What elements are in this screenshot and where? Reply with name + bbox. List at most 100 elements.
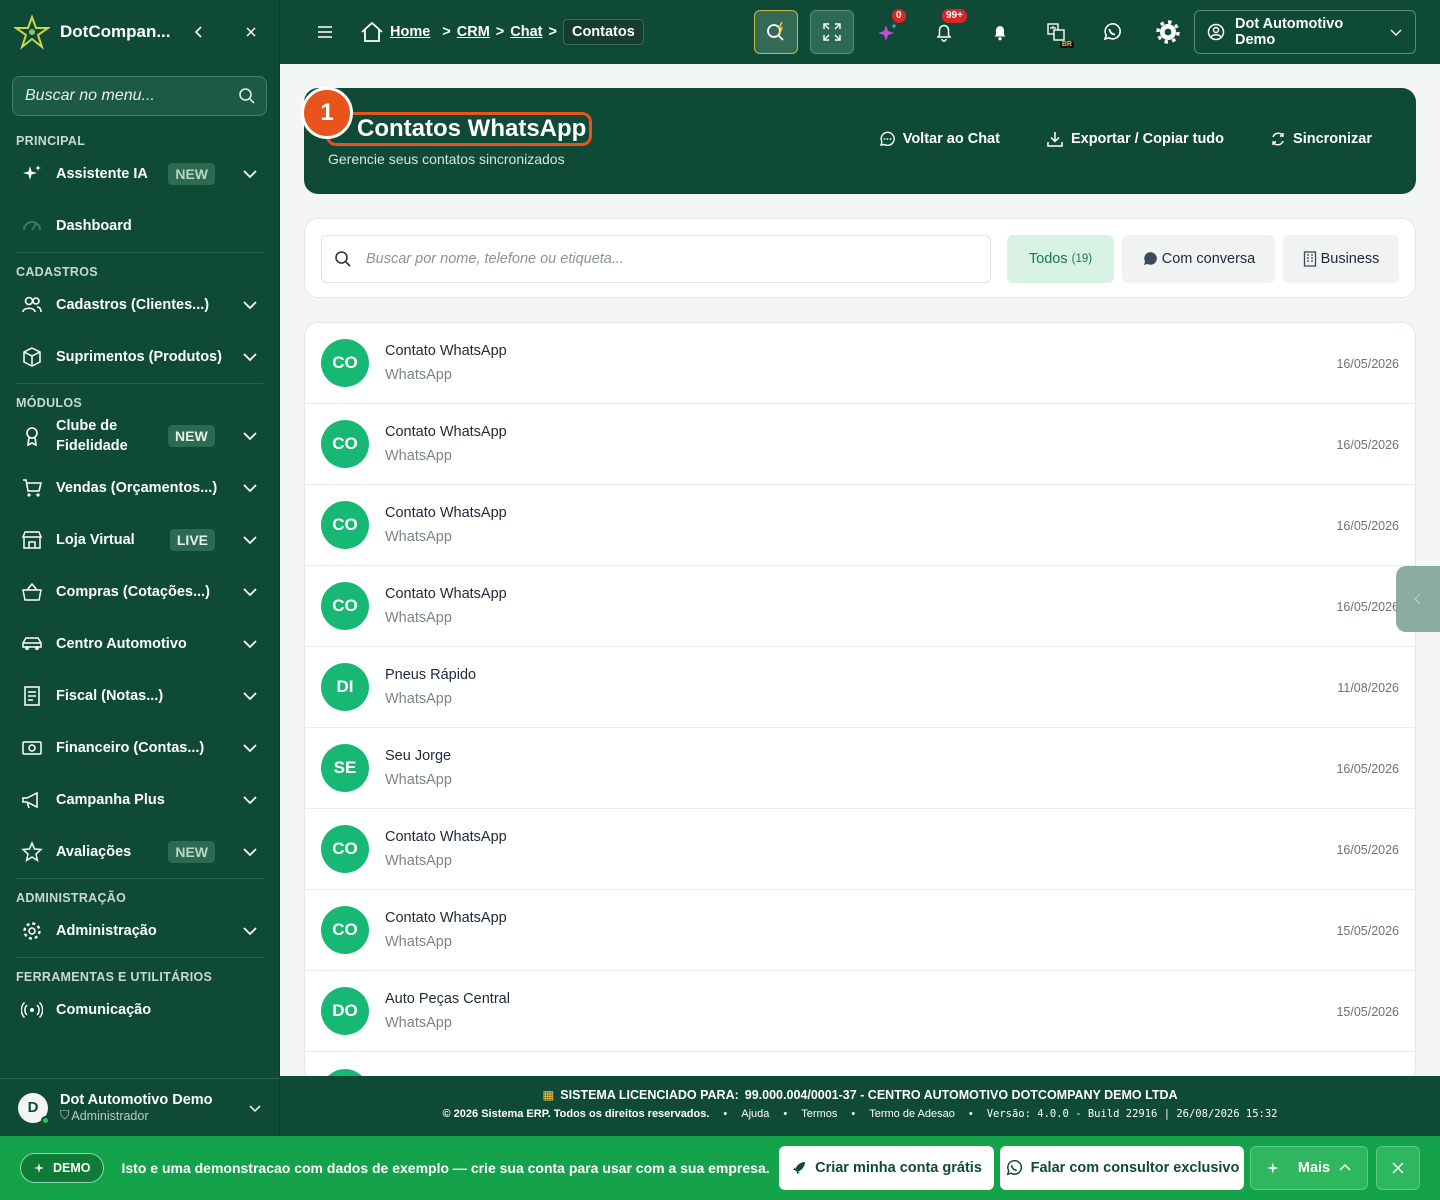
chevron-down-icon[interactable]: [241, 843, 259, 861]
search-bolt-icon: [764, 20, 788, 44]
breadcrumb-home[interactable]: Home: [390, 24, 430, 40]
list-item[interactable]: CO Contato WhatsApp WhatsApp 16/05/2026: [305, 404, 1415, 485]
filter-all-button[interactable]: Todos (19): [1007, 235, 1114, 283]
ai-assistant-button[interactable]: 0: [866, 9, 910, 54]
filter-business-button[interactable]: Business: [1283, 235, 1399, 283]
home-icon[interactable]: [360, 21, 384, 43]
list-item[interactable]: CO Contato WhatsApp WhatsApp 16/05/2026: [305, 809, 1415, 890]
sidebar-item-administracao[interactable]: Administração: [0, 905, 279, 957]
create-account-label: Criar minha conta grátis: [815, 1160, 982, 1176]
section-modulos: MÓDULOS: [16, 396, 82, 410]
side-panel-toggle[interactable]: [1396, 566, 1440, 632]
settings-button[interactable]: [1146, 10, 1190, 54]
sidebar-user[interactable]: D Dot Automotivo Demo ⛉ Administrador: [0, 1078, 280, 1136]
contact-search-input[interactable]: [366, 251, 990, 267]
sidebar-item-clube[interactable]: Clube de Fidelidade NEW: [0, 410, 279, 462]
sidebar-item-loja[interactable]: Loja Virtual LIVE: [0, 514, 279, 566]
chevron-down-icon[interactable]: [241, 479, 259, 497]
alerts-button[interactable]: [978, 10, 1022, 54]
sidebar-item-centro[interactable]: Centro Automotivo: [0, 618, 279, 670]
sync-label: Sincronizar: [1293, 131, 1372, 147]
adhesion-terms-link[interactable]: Termo de Adesao: [869, 1108, 955, 1120]
fullscreen-button[interactable]: [810, 10, 854, 54]
brand-name: DotCompan...: [60, 22, 171, 41]
chevron-down-icon[interactable]: [241, 531, 259, 549]
sidebar-item-avaliacoes[interactable]: Avaliações NEW: [0, 826, 279, 878]
close-sidebar-icon[interactable]: [237, 18, 265, 46]
list-item[interactable]: CO Contato WhatsApp WhatsApp 15/05/2026: [305, 890, 1415, 971]
car-icon: [20, 632, 44, 656]
more-button[interactable]: Mais: [1250, 1146, 1368, 1190]
contact-info: Contato WhatsApp WhatsApp: [385, 343, 507, 383]
terms-link[interactable]: Termos: [801, 1108, 837, 1120]
contact-source: WhatsApp: [385, 529, 452, 545]
menu-search-input[interactable]: [25, 87, 238, 105]
breadcrumb-crm[interactable]: CRM: [457, 24, 490, 40]
list-item[interactable]: CO Contato WhatsApp WhatsApp 16/05/2026: [305, 485, 1415, 566]
chevron-down-icon[interactable]: [241, 427, 259, 445]
sidebar-item-assistente[interactable]: Assistente IA NEW: [0, 148, 279, 200]
sync-button[interactable]: Sincronizar: [1270, 130, 1372, 148]
chevron-down-icon[interactable]: [241, 739, 259, 757]
sidebar-item-vendas[interactable]: Vendas (Orçamentos...): [0, 462, 279, 514]
sidebar-item-financeiro[interactable]: Financeiro (Contas...): [0, 722, 279, 774]
account-name: Dot Automotivo Demo: [1235, 16, 1344, 48]
user-role-label: Administrador: [71, 1108, 149, 1123]
talk-consultant-button[interactable]: Falar com consultor exclusivo: [1000, 1146, 1244, 1190]
page-subtitle: Gerencie seus contatos sincronizados: [328, 151, 565, 167]
sidebar-item-dashboard[interactable]: Dashboard: [0, 200, 279, 252]
chevron-down-icon[interactable]: [248, 1101, 262, 1115]
create-account-button[interactable]: Criar minha conta grátis: [779, 1146, 994, 1190]
list-item[interactable]: DO Auto Peças Central WhatsApp 15/05/2026: [305, 971, 1415, 1052]
chevron-down-icon[interactable]: [241, 165, 259, 183]
search-icon[interactable]: [238, 87, 256, 105]
sparkles-icon: [876, 20, 900, 44]
contact-avatar: CO: [321, 339, 369, 387]
account-menu-button[interactable]: Dot Automotivo Demo: [1194, 10, 1416, 54]
notifications-button[interactable]: 99+: [922, 9, 967, 54]
help-link[interactable]: Ajuda: [741, 1108, 769, 1120]
collapse-sidebar-icon[interactable]: [185, 18, 213, 46]
demo-badge: DEMO: [20, 1153, 104, 1183]
chevron-down-icon[interactable]: [241, 922, 259, 940]
sidebar-item-compras[interactable]: Compras (Cotações...): [0, 566, 279, 618]
contact-name: Contato WhatsApp: [385, 829, 507, 845]
chevron-down-icon[interactable]: [241, 583, 259, 601]
quick-search-button[interactable]: [754, 10, 798, 54]
bell-filled-icon: [991, 23, 1009, 41]
contact-name: Pneus Rápido: [385, 667, 477, 683]
whatsapp-button[interactable]: [1090, 10, 1134, 54]
sidebar-item-suprimentos[interactable]: Suprimentos (Produtos): [0, 331, 279, 383]
contact-name: Contato WhatsApp: [385, 343, 507, 359]
list-item[interactable]: DI Pneus Rápido WhatsApp 11/08/2026: [305, 647, 1415, 728]
hamburger-menu-icon[interactable]: [316, 24, 334, 40]
contact-avatar: CO: [321, 420, 369, 468]
chevron-down-icon[interactable]: [241, 348, 259, 366]
chevron-down-icon[interactable]: [241, 687, 259, 705]
gauge-icon: [20, 214, 44, 238]
sidebar-item-cadastros[interactable]: Cadastros (Clientes...): [0, 279, 279, 331]
list-item[interactable]: SE Seu Jorge WhatsApp 16/05/2026: [305, 728, 1415, 809]
star-logo-icon: [14, 14, 50, 50]
sidebar-item-fiscal[interactable]: Fiscal (Notas...): [0, 670, 279, 722]
language-button[interactable]: BR: [1034, 10, 1078, 54]
filter-conversation-button[interactable]: Com conversa: [1122, 235, 1275, 283]
sidebar-item-label: Clube de Fidelidade: [56, 418, 128, 454]
contact-source: WhatsApp: [385, 448, 452, 464]
back-to-chat-button[interactable]: Voltar ao Chat: [878, 130, 1000, 148]
export-button[interactable]: Exportar / Copiar tudo: [1046, 130, 1224, 148]
breadcrumb-chat[interactable]: Chat: [510, 24, 542, 40]
close-banner-button[interactable]: [1376, 1146, 1420, 1190]
chevron-down-icon[interactable]: [241, 296, 259, 314]
translate-icon: [1046, 22, 1066, 42]
toolbar: 0 99+ BR: [754, 9, 1190, 54]
sidebar-item-comunicacao[interactable]: Comunicação: [0, 984, 279, 1036]
separator: •: [783, 1108, 788, 1120]
award-icon: [20, 424, 44, 448]
gear-icon: [1155, 19, 1181, 45]
list-item[interactable]: CO Contato WhatsApp WhatsApp 16/05/2026: [305, 323, 1415, 404]
chevron-down-icon[interactable]: [241, 791, 259, 809]
chevron-down-icon[interactable]: [241, 635, 259, 653]
list-item[interactable]: CO Contato WhatsApp WhatsApp 16/05/2026: [305, 566, 1415, 647]
sidebar-item-campanha[interactable]: Campanha Plus: [0, 774, 279, 826]
